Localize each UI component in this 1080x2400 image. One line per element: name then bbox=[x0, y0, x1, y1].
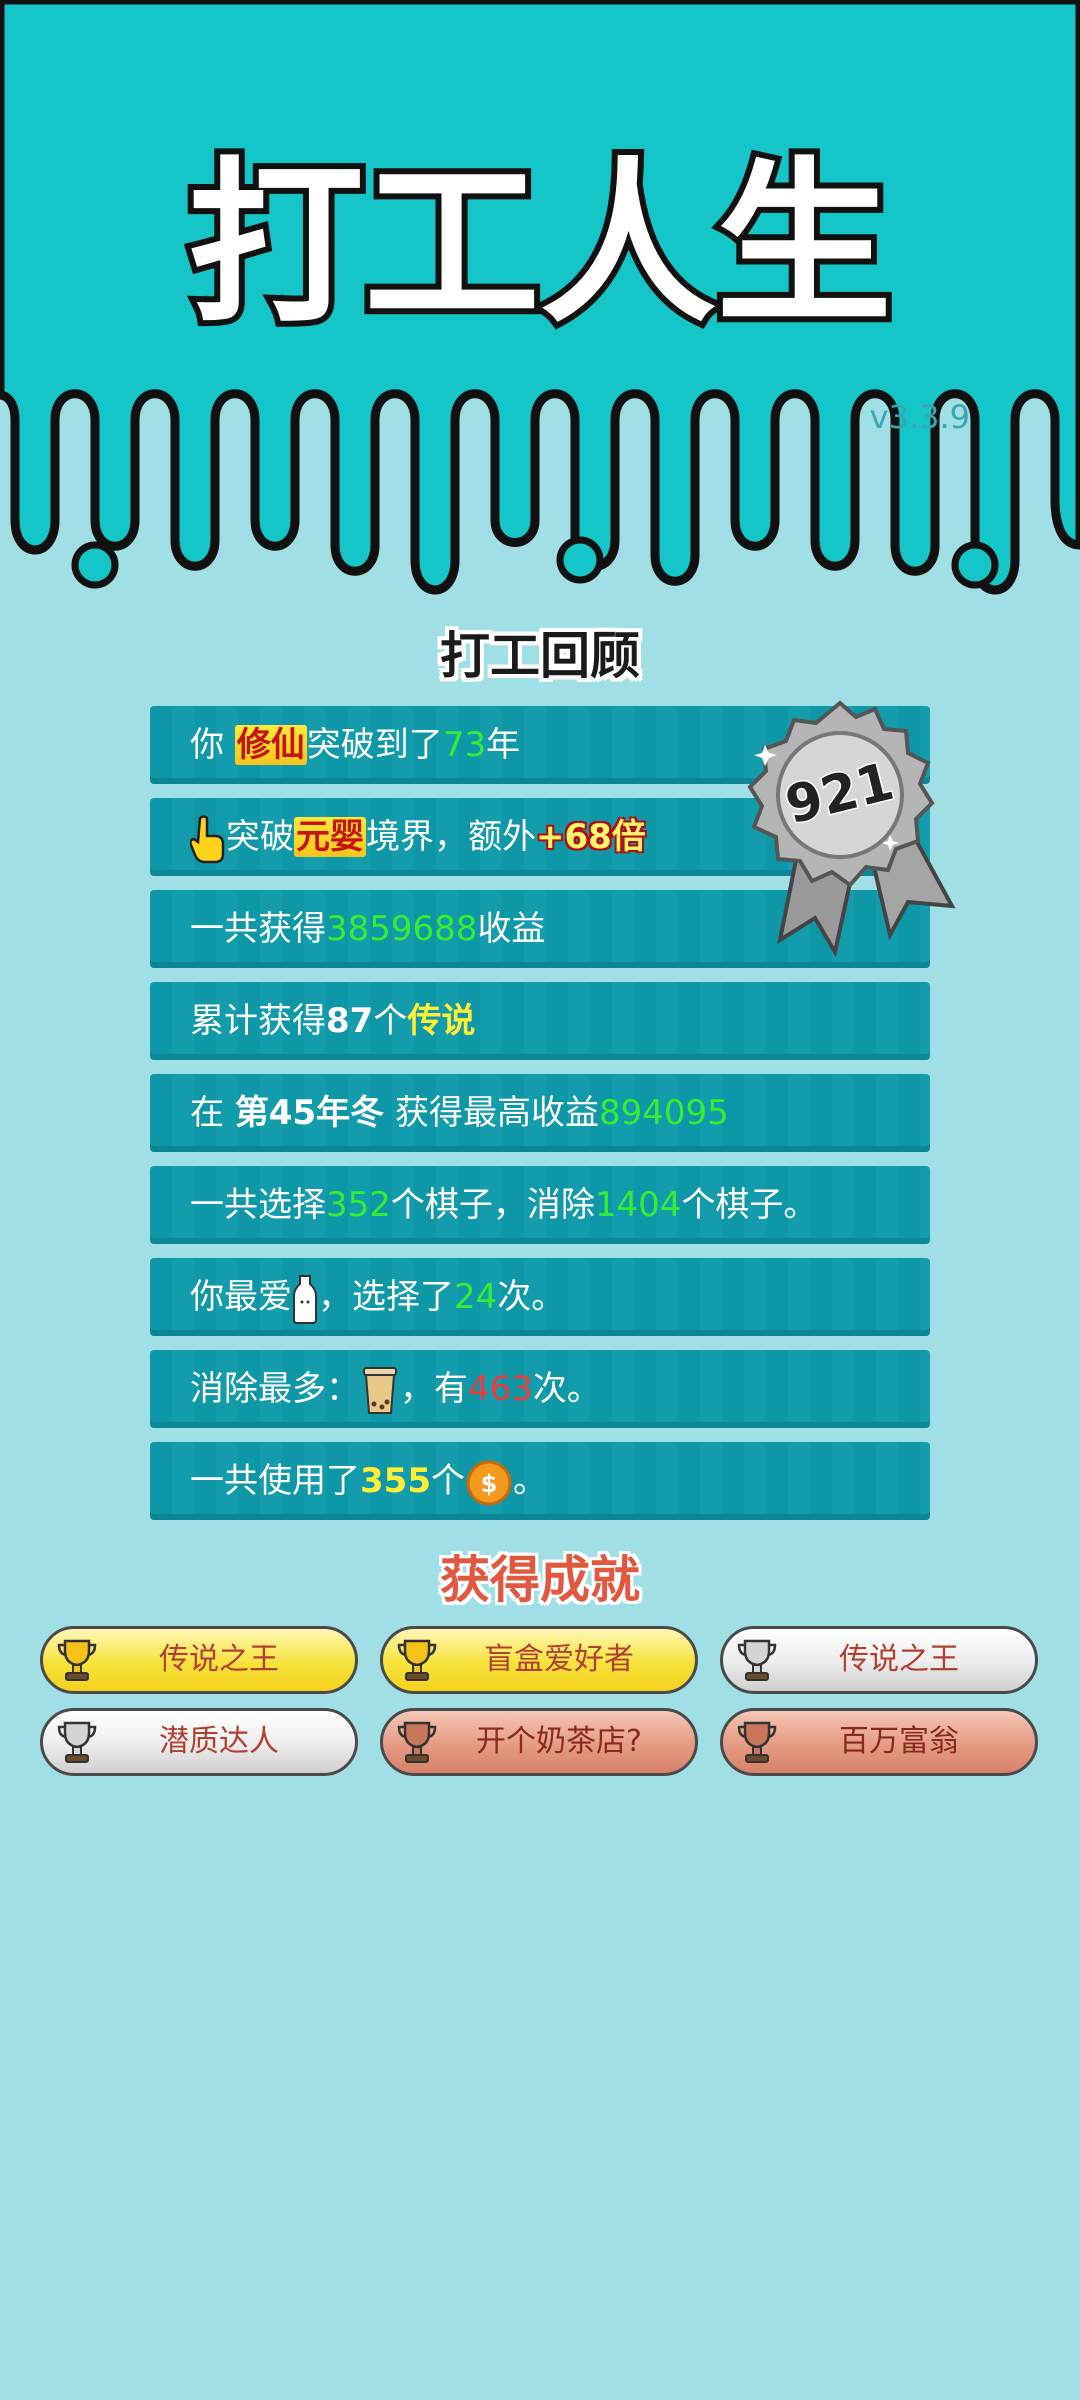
achievement-badge[interactable]: 百万富翁 bbox=[720, 1708, 1038, 1776]
game-title: 打工人生 bbox=[188, 142, 892, 347]
achievement-badge[interactable]: 潜质达人 bbox=[40, 1708, 358, 1776]
achievement-badge[interactable]: 开个奶茶店? bbox=[380, 1708, 698, 1776]
version-label: v3.3.9 bbox=[869, 398, 970, 436]
review-title: 打工回顾 bbox=[440, 627, 640, 685]
header-banner: 打工人生 bbox=[0, 0, 1080, 600]
svg-text:$: $ bbox=[481, 1470, 498, 1498]
review-row-legends: 累计获得87个传说 bbox=[150, 982, 930, 1060]
achievement-badge[interactable]: 传说之王 bbox=[720, 1626, 1038, 1694]
achievements-title: 获得成就 bbox=[440, 1551, 640, 1609]
achievement-badge[interactable]: 传说之王 bbox=[40, 1626, 358, 1694]
pointing-hand-icon bbox=[190, 814, 225, 863]
review-row-favorite: 你最爱 ，选择了24次。 bbox=[150, 1258, 930, 1336]
review-row-coins: 一共使用了355个 $ 。 bbox=[150, 1442, 930, 1520]
milk-bottle-icon bbox=[293, 1274, 317, 1324]
coin-icon: $ bbox=[466, 1460, 512, 1505]
review-row-most-cleared: 消除最多： ，有463次。 bbox=[150, 1350, 930, 1428]
score-medal: 921 bbox=[747, 700, 956, 958]
achievement-badge[interactable]: 盲盒爱好者 bbox=[380, 1626, 698, 1694]
review-row-pieces: 一共选择352个棋子，消除1404个棋子。 bbox=[150, 1166, 930, 1244]
review-row-best-season: 在 第45年冬 获得最高收益894095 bbox=[150, 1074, 930, 1152]
bubble-tea-cup-icon bbox=[363, 1366, 397, 1414]
